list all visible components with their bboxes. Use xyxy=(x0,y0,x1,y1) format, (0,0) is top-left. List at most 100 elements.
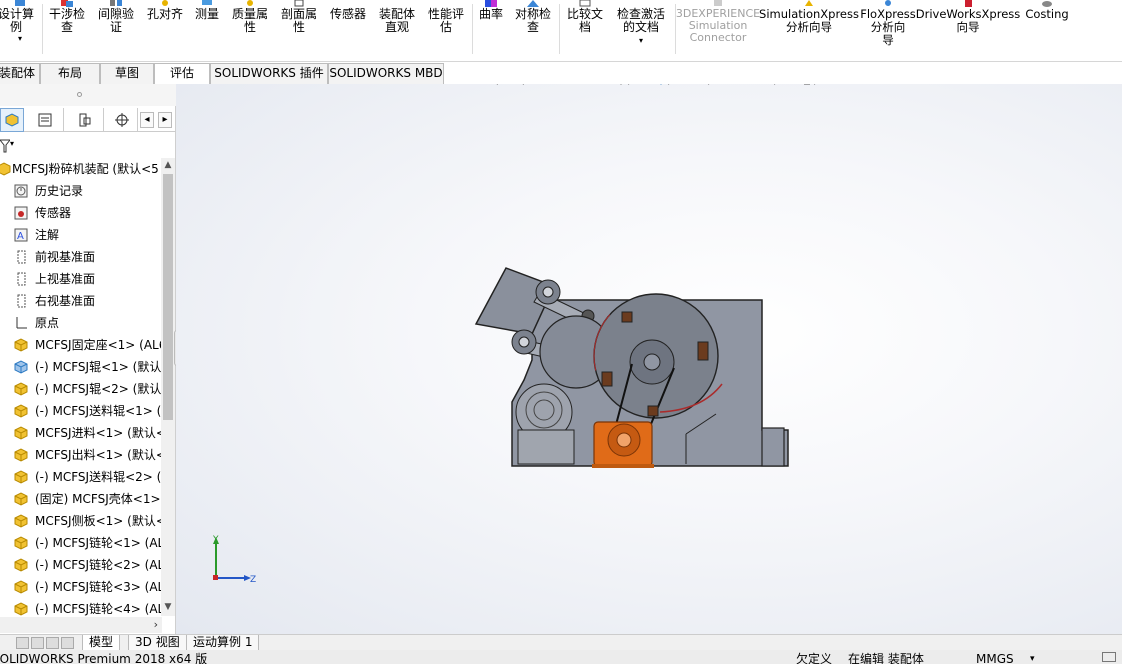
curvature-button[interactable]: 曲率 xyxy=(475,0,507,60)
section-props-button[interactable]: 剖面属 性 xyxy=(277,0,321,60)
tree-vertical-scrollbar[interactable]: ▲ ▼ xyxy=(161,158,175,616)
tab-dimxpert[interactable] xyxy=(106,108,138,132)
simxpress-button[interactable]: SimulationXpress 分析向导 xyxy=(759,0,859,60)
scroll-right-arrow[interactable]: › xyxy=(154,618,158,631)
property-manager-icon xyxy=(38,113,51,127)
tree-item[interactable]: 上视基准面 xyxy=(0,268,162,290)
tree-item[interactable]: 前视基准面 xyxy=(0,246,162,268)
scroll-down-arrow[interactable]: ▼ xyxy=(161,600,175,614)
tree-item[interactable]: (-) MCFSJ链轮<1> (AL xyxy=(0,532,162,554)
chevron-down-icon[interactable]: ▾ xyxy=(18,32,22,45)
part-icon xyxy=(14,602,28,616)
scroll-up-arrow[interactable]: ▲ xyxy=(161,158,175,172)
check-active-button[interactable]: 检查激活 的文档 ▾ xyxy=(611,0,671,60)
tab-model[interactable]: 模型 xyxy=(82,635,121,651)
tree-item[interactable]: MCFSJ出料<1> (默认< xyxy=(0,444,162,466)
zoom-to-fit-icon[interactable] xyxy=(482,84,500,86)
ribbon-label: 曲率 xyxy=(478,7,503,21)
tree-item[interactable]: (-) MCFSJ链轮<3> (AL xyxy=(0,576,162,598)
status-units[interactable]: MMGS xyxy=(976,652,1014,664)
sensor-button[interactable]: 传感器 xyxy=(326,0,370,60)
chevron-down-icon[interactable]: ▾ xyxy=(1030,652,1035,664)
tree-horizontal-scrollbar[interactable]: › xyxy=(0,617,162,633)
tree-item[interactable]: 历史记录 xyxy=(0,180,162,202)
tab-evaluate[interactable]: 评估 xyxy=(154,63,210,84)
hole-align-button[interactable]: 孔对齐 xyxy=(144,0,186,60)
dynamic-annotation-icon[interactable] xyxy=(586,84,604,86)
tree-item[interactable]: (-) MCFSJ送料辊<2> ( xyxy=(0,466,162,488)
tab-layout[interactable]: 布局 xyxy=(40,63,100,84)
zoom-to-area-icon[interactable] xyxy=(508,84,526,86)
crosshair-icon xyxy=(114,113,129,127)
assembly-visual-button[interactable]: 装配体 直观 xyxy=(375,0,419,60)
next-tab-icon[interactable] xyxy=(46,637,59,649)
status-settings-icon[interactable] xyxy=(1102,652,1116,662)
tree-item[interactable]: (-) MCFSJ链轮<2> (AL xyxy=(0,554,162,576)
previous-view-icon[interactable] xyxy=(534,84,552,86)
hide-show-items-icon[interactable]: ▾ xyxy=(692,84,710,86)
view-settings-icon[interactable]: ▾ xyxy=(798,84,816,86)
tab-sketch[interactable]: 草图 xyxy=(100,63,154,84)
chevron-down-icon[interactable]: ▾ xyxy=(639,34,643,47)
costing-button[interactable]: Costing xyxy=(1022,0,1072,60)
tab-3d-views[interactable]: 3D 视图 xyxy=(128,635,187,651)
part-blue-icon xyxy=(14,360,28,374)
driveworks-button[interactable]: DriveWorksXpress 向导 xyxy=(916,0,1020,60)
symmetry-button[interactable]: 对称检 查 xyxy=(511,0,555,60)
tree-item[interactable]: (-) MCFSJ送料辊<1> ( xyxy=(0,400,162,422)
tree-item[interactable]: MCFSJ侧板<1> (默认< xyxy=(0,510,162,532)
axis-y-label: Y xyxy=(212,535,219,545)
first-tab-icon[interactable] xyxy=(16,637,29,649)
tab-property-manager[interactable] xyxy=(26,108,64,132)
tab-nav-arrows[interactable] xyxy=(16,637,78,649)
tree-label: 历史记录 xyxy=(35,184,84,198)
edit-appearance-icon[interactable] xyxy=(732,84,750,86)
3dx-sim-button: 3DEXPERIENCE Simulation Connector xyxy=(676,0,760,60)
tree-item[interactable]: A 注解 xyxy=(0,224,162,246)
tab-mbd[interactable]: SOLIDWORKS MBD xyxy=(328,63,444,84)
tree-item[interactable]: 原点 xyxy=(0,312,162,334)
panel-grip[interactable] xyxy=(0,84,176,106)
tree-item[interactable]: (-) MCFSJ辊<2> (默认 xyxy=(0,378,162,400)
mass-props-button[interactable]: 质量属 性 xyxy=(228,0,272,60)
view-orientation-icon[interactable]: ▾ xyxy=(612,84,630,86)
display-style-icon[interactable]: ▾ xyxy=(652,84,670,86)
tab-addins[interactable]: SOLIDWORKS 插件 xyxy=(210,63,328,84)
design-study-button[interactable]: 设计算 例 ▾ xyxy=(0,0,40,60)
tab-configuration-manager[interactable] xyxy=(66,108,104,132)
section-view-icon[interactable] xyxy=(560,84,578,86)
tree-item[interactable]: (-) MCFSJ辊<1> (默认 xyxy=(0,356,162,378)
filter-button[interactable]: ▾ xyxy=(0,136,30,156)
status-editing: 在编辑 装配体 xyxy=(848,652,924,664)
clearance-button[interactable]: 间隙验 证 xyxy=(95,0,137,60)
tree-item[interactable]: 传感器 xyxy=(0,202,162,224)
assembly-model[interactable] xyxy=(472,264,792,470)
part-icon xyxy=(14,448,28,462)
graphics-area[interactable]: ▾ ▾ ▾ ▾ ▾ ✕ xyxy=(176,84,1122,634)
tab-assembly[interactable]: 装配体 xyxy=(0,63,40,84)
tree-root[interactable]: MCFSJ粉碎机装配 (默认<5 xyxy=(0,158,162,180)
interference-button[interactable]: 干涉检 查 xyxy=(46,0,88,60)
floxpress-button[interactable]: FloXpress 分析向 导 xyxy=(860,0,916,60)
history-icon xyxy=(14,184,28,198)
part-icon xyxy=(14,558,28,572)
scroll-thumb[interactable] xyxy=(163,174,173,420)
tab-label: 草图 xyxy=(114,66,139,80)
tree-item[interactable]: (-) MCFSJ链轮<4> (AL xyxy=(0,598,162,618)
tab-scroll-right[interactable]: ▸ xyxy=(158,112,172,128)
tree-item[interactable]: (固定) MCFSJ壳体<1> xyxy=(0,488,162,510)
compare-button[interactable]: 比较文 档 xyxy=(563,0,607,60)
axis-z-label: Z xyxy=(250,575,256,585)
tab-feature-manager[interactable] xyxy=(0,108,24,132)
tab-motion-study[interactable]: 运动算例 1 xyxy=(186,635,260,651)
command-tabs: 装配体 布局 草图 评估 SOLIDWORKS 插件 SOLIDWORKS MB… xyxy=(0,62,450,84)
tree-item[interactable]: 右视基准面 xyxy=(0,290,162,312)
last-tab-icon[interactable] xyxy=(61,637,74,649)
apply-scene-icon[interactable]: ▾ xyxy=(758,84,776,86)
tree-item[interactable]: MCFSJ固定座<1> (AL6 xyxy=(0,334,162,356)
measure-button[interactable]: 测量 xyxy=(191,0,223,60)
tab-scroll-left[interactable]: ◂ xyxy=(140,112,154,128)
tree-item[interactable]: MCFSJ进料<1> (默认< xyxy=(0,422,162,444)
prev-tab-icon[interactable] xyxy=(31,637,44,649)
perf-eval-button[interactable]: 性能评 估 xyxy=(424,0,468,60)
